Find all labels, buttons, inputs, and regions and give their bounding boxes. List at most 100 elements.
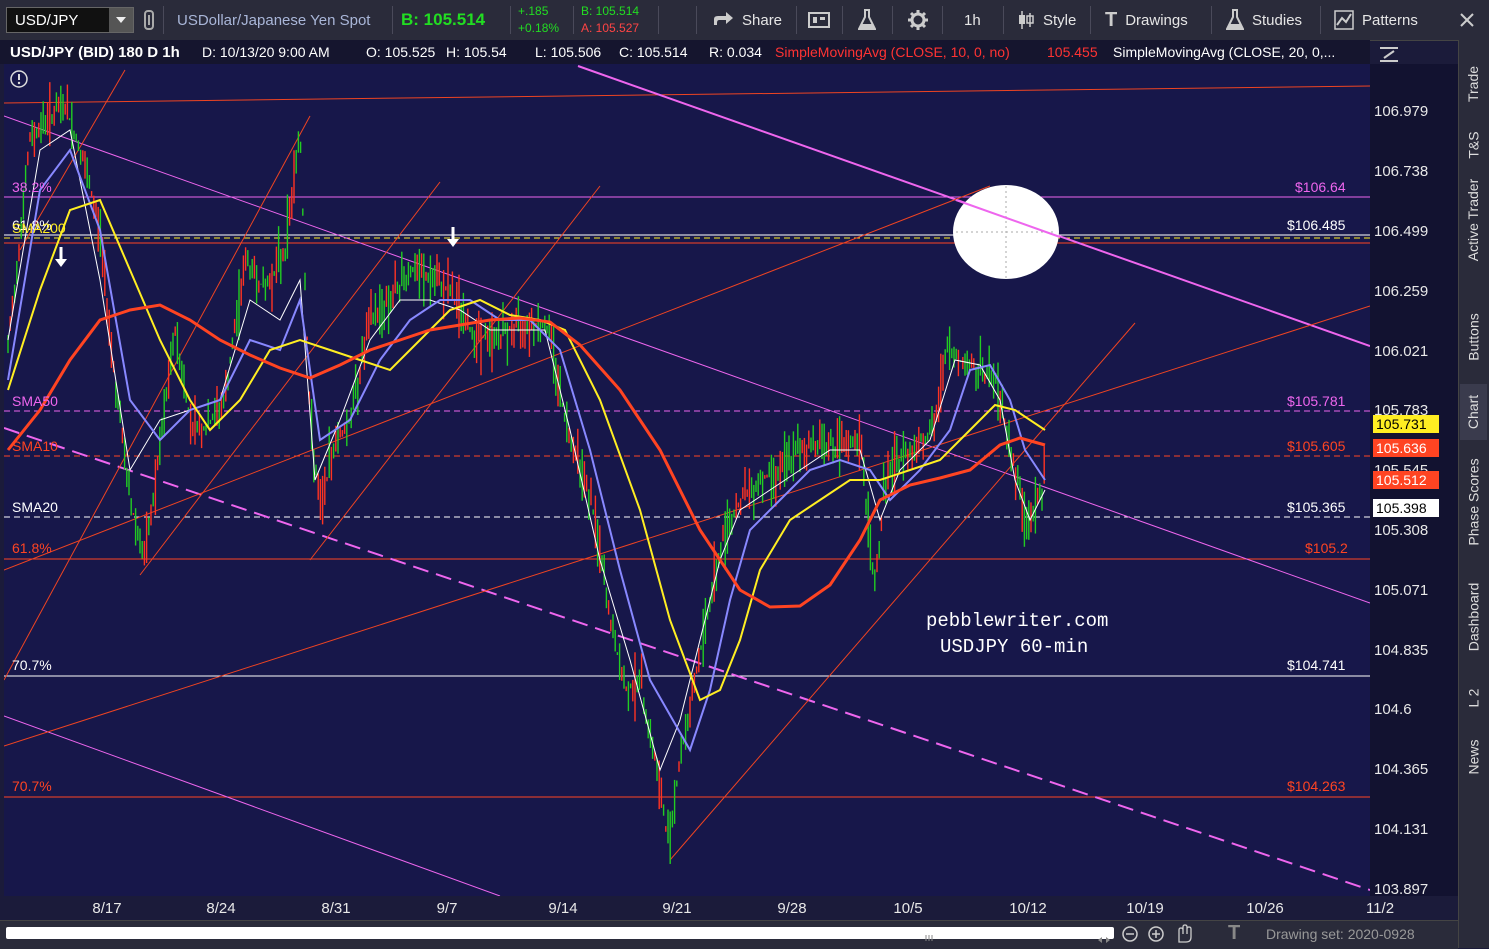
interval-button[interactable]: 1h (964, 0, 981, 40)
level-10560: $105.605 (1287, 438, 1346, 454)
sidebar-tab-phase-scores[interactable]: Phase Scores (1460, 446, 1487, 558)
dashboard-icon[interactable] (808, 0, 830, 40)
info-high: H: 105.54 (446, 44, 507, 60)
symbol-text: USD/JPY (15, 12, 79, 29)
price-tick-label: 105.308 (1374, 522, 1429, 539)
price-tick-label: 106.738 (1374, 163, 1429, 180)
price-tick-label: 104.131 (1374, 821, 1429, 838)
info-sma10: SimpleMovingAvg (CLOSE, 10, 0, no) (775, 44, 1010, 60)
date-tick-label: 8/24 (206, 900, 236, 917)
text-tool-icon: T (1105, 8, 1118, 31)
level-10536: $105.365 (1287, 499, 1346, 515)
price-bars (7, 82, 1045, 864)
drawing-set-label[interactable]: Drawing set: 2020-0928 (1266, 926, 1415, 942)
drawings-button[interactable]: T Drawings (1105, 0, 1188, 40)
down-arrow-icon (55, 227, 459, 267)
patterns-button[interactable]: Patterns (1334, 0, 1418, 40)
change-value: +.185 (518, 4, 549, 18)
info-low: L: 105.506 (535, 44, 602, 60)
watermark-site: pebblewriter.com (926, 610, 1109, 632)
chart-title: USD/JPY (BID) 180 D 1h (10, 44, 180, 61)
info-range: R: 0.034 (709, 44, 762, 60)
sma200-label: SMA200 (12, 220, 66, 236)
info-open: O: 105.525 (366, 44, 436, 60)
close-icon[interactable] (1460, 0, 1474, 40)
candlestick-icon (1019, 11, 1034, 29)
alert-icon[interactable] (9, 69, 29, 94)
info-close: C: 105.514 (619, 44, 688, 60)
fib-382-label: 38.2% (12, 179, 52, 195)
sidebar-tab-active-trader[interactable]: Active Trader (1460, 150, 1487, 290)
share-icon (714, 12, 733, 25)
date-tick-label: 9/7 (436, 900, 458, 917)
price-chart[interactable] (4, 64, 1370, 896)
date-tick-label: 10/19 (1126, 900, 1164, 917)
bid-small: B: 105.514 (581, 4, 640, 18)
chart-plot-area[interactable] (4, 64, 1370, 896)
chevron-down-icon[interactable] (109, 8, 133, 32)
sidebar-tab-news[interactable]: News (1460, 726, 1487, 788)
sma20-price-badge: 105.398 (1373, 499, 1439, 517)
sidebar-tab-buttons[interactable]: Buttons (1460, 296, 1487, 378)
sma50-label: SMA50 (12, 393, 58, 409)
ask-small: A: 105.527 (581, 21, 640, 35)
zoom-in-icon[interactable] (1146, 924, 1166, 949)
bid-price: B: 105.514 (401, 10, 486, 29)
sma50-price-badge: 105.731 (1373, 415, 1439, 433)
watermark-caption: USDJPY 60-min (940, 636, 1089, 658)
date-tick-label: 10/12 (1009, 900, 1047, 917)
fib-707b-label: 70.7% (12, 778, 52, 794)
scroll-arrows-icon[interactable] (1098, 930, 1110, 943)
price-tick-label: 106.979 (1374, 103, 1429, 120)
text-tool-icon[interactable]: T (1228, 922, 1240, 945)
price-tick-label: 104.835 (1374, 642, 1429, 659)
date-tick-label: 10/26 (1246, 900, 1284, 917)
level-10426: $104.263 (1287, 778, 1346, 794)
date-tick-label: 9/28 (777, 900, 807, 917)
sma20-label: SMA20 (12, 499, 58, 515)
patterns-icon (1334, 10, 1354, 30)
time-scrollbar[interactable] (6, 927, 1114, 943)
toolbar: USD/JPY USDollar/Japanese Yen Spot B: 10… (0, 0, 1489, 41)
trend-lines (4, 65, 1370, 896)
studies-button[interactable]: Studies (1226, 0, 1302, 40)
date-tick-label: 8/17 (92, 900, 122, 917)
level-1052: $105.2 (1305, 540, 1348, 556)
gear-icon[interactable] (907, 0, 929, 40)
flask-icon[interactable] (858, 0, 876, 40)
sma50-line (7, 198, 1046, 702)
scroll-handle[interactable] (914, 929, 944, 941)
sidebar-tab-trade[interactable]: Trade (1460, 48, 1487, 120)
date-tick-label: 10/5 (893, 900, 923, 917)
fib-618b-label: 61.8% (12, 540, 52, 556)
symbol-description: USDollar/Japanese Yen Spot (177, 11, 371, 29)
price-tick-label: 105.071 (1374, 582, 1429, 599)
price-tick-label: 106.499 (1374, 223, 1429, 240)
date-tick-label: 9/14 (548, 900, 578, 917)
date-tick-label: 11/2 (1365, 900, 1395, 917)
last-price-badge: 105.512 (1373, 471, 1439, 489)
info-date: D: 10/13/20 9:00 AM (202, 44, 330, 60)
price-tick-label: 106.259 (1374, 283, 1429, 300)
share-button[interactable]: Share (712, 0, 782, 40)
sma20-line (7, 147, 1046, 753)
sma200-price-badge: 105.636 (1373, 439, 1439, 457)
style-button[interactable]: Style (1017, 0, 1076, 40)
zoom-out-icon[interactable] (1120, 924, 1140, 949)
date-tick-label: 8/31 (321, 900, 351, 917)
date-tick-label: 9/21 (662, 900, 692, 917)
sidebar-tab-dashboard[interactable]: Dashboard (1460, 566, 1487, 668)
price-tick-label: 106.021 (1374, 343, 1429, 360)
sidebar-tab-chart[interactable]: Chart (1460, 384, 1487, 440)
moving-average-lines (6, 129, 1046, 772)
symbol-selector[interactable]: USD/JPY (6, 7, 134, 33)
link-icon[interactable] (143, 0, 155, 40)
info-sma10-value: 105.455 (1047, 44, 1098, 60)
level-10578: $105.781 (1287, 393, 1346, 409)
pan-icon[interactable] (1173, 924, 1195, 949)
price-tick-label: 104.365 (1374, 761, 1429, 778)
sidebar-tab-l-2[interactable]: L 2 (1460, 676, 1487, 720)
sma10-label: SMA10 (12, 438, 58, 454)
fib-707a-label: 70.7% (12, 657, 52, 673)
level-10664: $106.64 (1295, 179, 1346, 195)
